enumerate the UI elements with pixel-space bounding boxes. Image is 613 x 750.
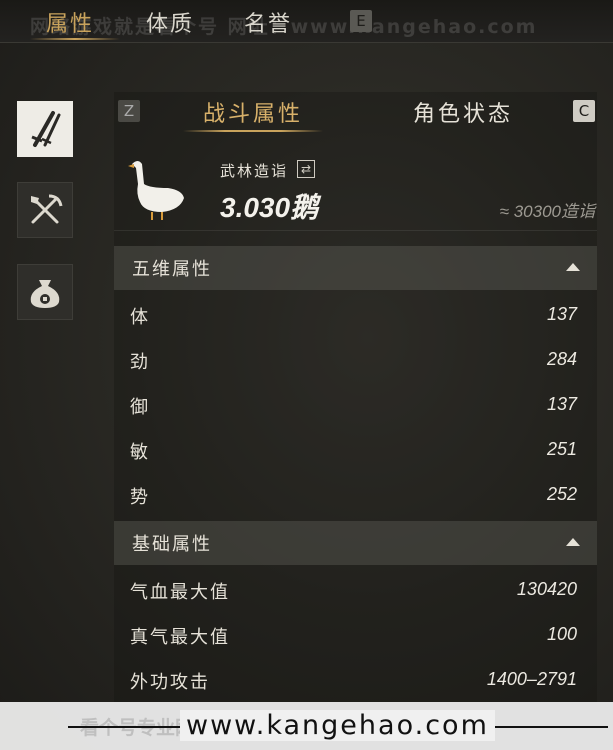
- stat-row: 敏 251: [114, 430, 597, 474]
- weapon-swords-icon: [31, 111, 61, 147]
- stat-name: 气血最大值: [130, 582, 230, 603]
- side-tab-weapons[interactable]: [17, 101, 73, 157]
- stat-row: 气血最大值 130420: [114, 570, 597, 614]
- key-hint-z: Z: [118, 100, 140, 122]
- stat-name: 势: [130, 487, 150, 508]
- tab-reputation[interactable]: 名誉: [244, 6, 292, 38]
- stat-value: 130420: [516, 579, 577, 599]
- tab-attributes[interactable]: 属性: [46, 6, 94, 38]
- money-bag-icon: [30, 280, 60, 308]
- swap-icon[interactable]: ⇄: [297, 160, 315, 178]
- side-tab-tools[interactable]: [17, 182, 73, 238]
- section-header-five-dimensions[interactable]: 五维属性: [114, 246, 597, 290]
- summary-label: 武林造诣: [220, 162, 289, 180]
- stat-row: 真气最大值 100: [114, 615, 597, 659]
- key-hint-c: C: [573, 100, 595, 122]
- stat-name: 体: [130, 307, 150, 328]
- section-title: 五维属性: [132, 259, 212, 280]
- goose-icon: [128, 161, 184, 220]
- section-header-base-attributes[interactable]: 基础属性: [114, 521, 597, 565]
- stat-value: 1400–2791: [486, 669, 577, 689]
- stat-row: 势 252: [114, 475, 597, 519]
- divider: [114, 230, 597, 231]
- stat-row: 体 137: [114, 295, 597, 339]
- stat-row: 御 137: [114, 385, 597, 429]
- summary-value: 3.030鹅: [220, 192, 319, 223]
- stat-name: 劲: [130, 352, 150, 373]
- stat-value: 137: [546, 394, 577, 414]
- stat-value: 252: [546, 484, 577, 504]
- stat-row: 劲 284: [114, 340, 597, 384]
- subtab-combat-attributes[interactable]: 战斗属性: [203, 96, 303, 128]
- stat-value: 137: [546, 304, 577, 324]
- active-tab-underline: [30, 38, 120, 40]
- key-hint-e: E: [350, 10, 372, 32]
- subtab-character-status[interactable]: 角色状态: [413, 96, 513, 128]
- watermark-banner: 看个号专业网络游戏账号交易平台 www.kangehao.com: [0, 702, 613, 750]
- side-tab-money[interactable]: [17, 264, 73, 320]
- stat-value: 100: [546, 624, 577, 644]
- watermark-url: www.kangehao.com: [180, 710, 495, 741]
- stat-name: 真气最大值: [130, 627, 230, 648]
- stat-value: 251: [546, 439, 577, 459]
- summary-approx: ≈ 30300造诣: [499, 202, 595, 221]
- active-subtab-underline: [183, 130, 323, 132]
- section-title: 基础属性: [132, 534, 212, 555]
- stat-name: 外功攻击: [130, 672, 210, 693]
- tools-shovel-pickaxe-icon: [31, 194, 63, 224]
- collapse-caret-icon: [566, 263, 580, 271]
- goose-emblem: [122, 154, 192, 224]
- stat-name: 敏: [130, 442, 150, 463]
- stat-value: 284: [546, 349, 577, 369]
- collapse-caret-icon: [566, 538, 580, 546]
- top-tab-bar: 网络游戏就是看个号 网址：www.kangehao.com 属性 体质 名誉 E: [0, 0, 613, 43]
- tab-physique[interactable]: 体质: [146, 6, 194, 38]
- stat-name: 御: [130, 397, 150, 418]
- stat-row: 外功攻击 1400–2791: [114, 660, 597, 704]
